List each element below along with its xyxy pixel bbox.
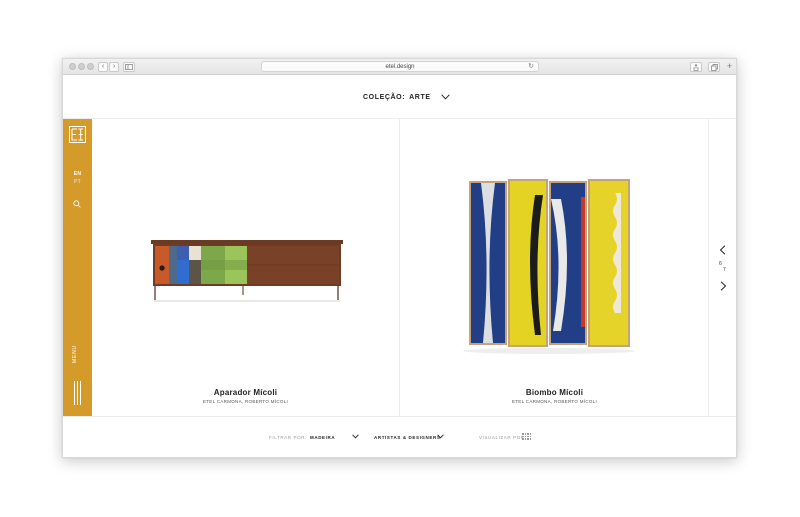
browser-window: ‹ › etel.design ↻ + COLEÇÃO: ARTE EN PT …	[62, 58, 737, 458]
forward-button[interactable]: ›	[109, 62, 119, 72]
folding-screen-image	[463, 179, 635, 354]
product-carousel: Aparador Mícoli ETEL CARMONA, ROBERTO MÍ…	[92, 119, 736, 416]
search-icon[interactable]	[73, 200, 81, 208]
logo-mark-icon	[71, 128, 83, 141]
collection-label: COLEÇÃO:	[363, 93, 406, 101]
new-tab-button[interactable]: +	[725, 62, 734, 72]
grid-view-icon[interactable]	[522, 433, 531, 440]
page-current: 6	[719, 261, 722, 267]
zoom-window-button[interactable]	[87, 63, 94, 70]
browser-toolbar: ‹ › etel.design ↻ +	[63, 59, 736, 75]
collection-value: ARTE	[409, 93, 431, 101]
filter-by-label: FILTRAR POR:	[269, 435, 307, 440]
filter-artists-dropdown[interactable]: ARTISTAS & DESIGNERS	[374, 435, 440, 440]
address-text: etel.design	[385, 64, 415, 70]
menu-icon[interactable]	[74, 381, 82, 405]
product-card[interactable]: Aparador Mícoli ETEL CARMONA, ROBERTO MÍ…	[92, 119, 400, 416]
share-icon	[693, 64, 699, 71]
sidebar-icon	[125, 64, 133, 70]
minimize-window-button[interactable]	[78, 63, 85, 70]
carousel-pager: 6 7	[709, 119, 736, 416]
reload-icon[interactable]: ↻	[528, 62, 534, 72]
product-name[interactable]: Biombo Mícoli	[401, 388, 708, 397]
collection-header: COLEÇÃO: ARTE	[63, 75, 736, 119]
tabs-icon	[710, 64, 718, 71]
web-page: COLEÇÃO: ARTE EN PT MENU Aparador Mícoli…	[63, 75, 736, 457]
chevron-right-icon[interactable]	[720, 281, 727, 291]
menu-button[interactable]: MENU	[72, 345, 78, 363]
filter-bar: FILTRAR POR: MADEIRA ARTISTAS & DESIGNER…	[63, 416, 736, 457]
sideboard-image	[151, 240, 343, 302]
product-card[interactable]: Biombo Mícoli ETEL CARMONA, ROBERTO MÍCO…	[401, 119, 709, 416]
address-bar[interactable]: etel.design ↻	[261, 61, 539, 72]
forward-icon: ›	[112, 63, 116, 70]
sidebar: EN PT MENU	[63, 119, 92, 416]
chevron-down-icon[interactable]	[437, 434, 444, 439]
chevron-down-icon[interactable]	[352, 434, 359, 439]
back-icon: ‹	[101, 63, 105, 70]
collection-selector[interactable]: COLEÇÃO: ARTE	[363, 91, 450, 103]
share-button[interactable]	[690, 62, 702, 72]
product-designer: ETEL CARMONA, ROBERTO MÍCOLI	[511, 399, 598, 404]
chevron-left-icon[interactable]	[719, 245, 726, 255]
language-en[interactable]: EN	[63, 171, 92, 177]
close-window-button[interactable]	[69, 63, 76, 70]
language-pt[interactable]: PT	[63, 179, 92, 185]
page-total: 7	[723, 267, 726, 273]
product-designer: ETEL CARMONA, ROBERTO MÍCOLI	[202, 399, 289, 404]
sidebar-toggle-button[interactable]	[123, 62, 135, 72]
view-by-label: VISUALIZAR POR:	[479, 435, 527, 440]
product-name[interactable]: Aparador Mícoli	[92, 388, 399, 397]
tabs-button[interactable]	[708, 62, 720, 72]
etel-logo[interactable]	[69, 126, 86, 143]
back-button[interactable]: ‹	[98, 62, 108, 72]
chevron-down-icon	[440, 94, 450, 100]
filter-material-dropdown[interactable]: MADEIRA	[310, 435, 335, 440]
